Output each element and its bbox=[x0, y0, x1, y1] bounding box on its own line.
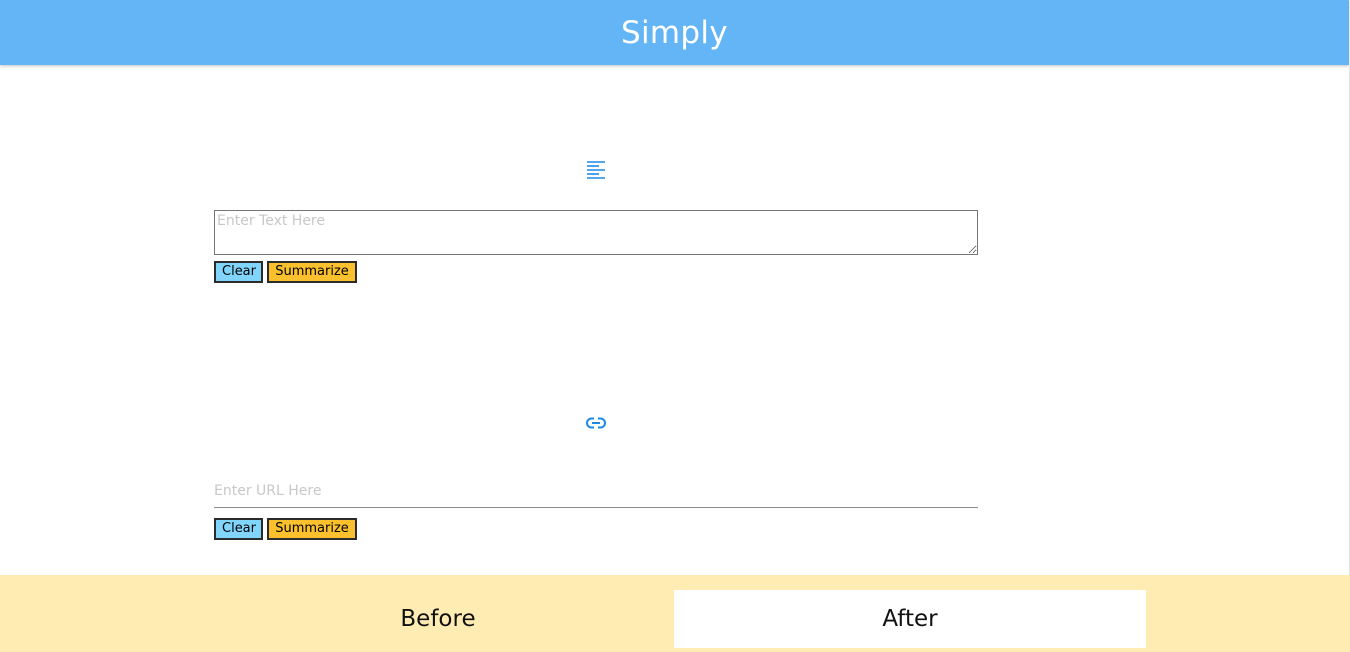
summarize-url-button[interactable]: Summarize bbox=[267, 518, 357, 540]
summarize-text-button[interactable]: Summarize bbox=[267, 261, 357, 283]
clear-text-button[interactable]: Clear bbox=[214, 261, 263, 283]
text-align-left-icon bbox=[585, 159, 607, 181]
clear-url-button[interactable]: Clear bbox=[214, 518, 263, 540]
link-icon bbox=[585, 412, 607, 434]
app-title: Simply bbox=[621, 14, 728, 51]
result-tabs-bar: Before After bbox=[0, 575, 1350, 652]
url-input[interactable] bbox=[214, 474, 978, 508]
tab-before[interactable]: Before bbox=[202, 590, 674, 648]
text-input[interactable] bbox=[214, 210, 978, 255]
app-header: Simply bbox=[0, 0, 1349, 65]
tab-after[interactable]: After bbox=[674, 590, 1146, 648]
